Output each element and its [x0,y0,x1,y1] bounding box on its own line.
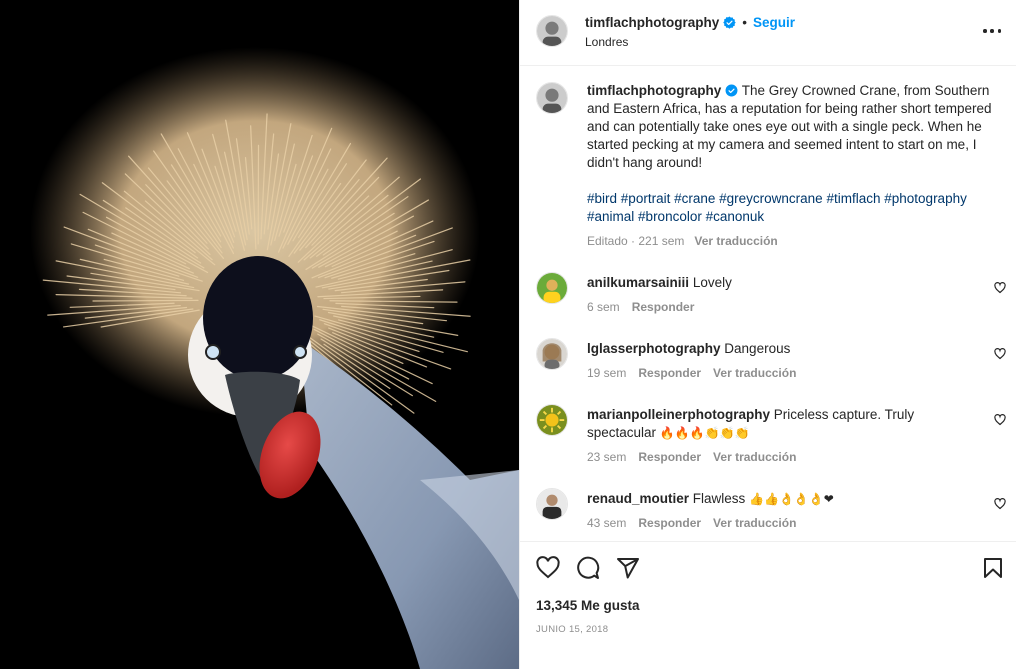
caption-hashtags: #bird #portrait #crane #greycrowncrane #… [587,190,997,226]
commenter-avatar[interactable] [536,488,568,520]
separator-dot: • [742,15,747,30]
comment-emoji: 👍👍👌👌👌❤ [749,492,834,506]
hashtag-link[interactable]: #broncolor [638,209,702,224]
commenter-username[interactable]: renaud_moutier [587,491,689,506]
follow-button[interactable]: Seguir [753,15,795,30]
comment-body: lglasserphotography Dangerous [587,340,957,358]
comment-text: Lovely [692,275,732,290]
hashtag-link[interactable]: #timflach [826,191,880,206]
comment-body: renaud_moutier Flawless 👍👍👌👌👌❤ [587,490,957,508]
post-location[interactable]: Londres [585,35,628,49]
comment-time: 43 sem [587,516,627,530]
comment-text: Dangerous [724,341,791,356]
commenter-avatar[interactable] [536,272,568,304]
commenter-username[interactable]: anilkumarsainiii [587,275,689,290]
commenter-avatar[interactable] [536,338,568,370]
caption-body: timflachphotography The Grey Crowned Cra… [587,82,997,226]
like-count[interactable]: 13,345 Me gusta [536,598,640,613]
caption-avatar[interactable] [536,82,568,114]
hashtag-link[interactable]: #photography [884,191,967,206]
hashtag-link[interactable]: #canonuk [706,209,765,224]
comment-text: Flawless [692,491,746,506]
comment-body: marianpolleinerphotography Priceless cap… [587,406,957,442]
header-user-line: timflachphotography • Seguir [585,15,795,30]
see-translation-button[interactable]: Ver traducción [713,366,796,380]
author-avatar[interactable] [536,15,568,47]
hashtag-link[interactable]: #animal [587,209,634,224]
hashtag-link[interactable]: #greycrowncrane [719,191,823,206]
hashtag-link[interactable]: #bird [587,191,617,206]
like-comment-heart-icon[interactable] [994,348,1006,360]
comment-meta: 23 sem Responder Ver traducción [587,450,796,464]
comment-meta: 19 sem Responder Ver traducción [587,366,796,380]
more-options-icon[interactable] [983,22,1001,40]
comment-time: 19 sem [587,366,627,380]
like-comment-heart-icon[interactable] [994,414,1006,426]
post-date: JUNIO 15, 2018 [536,624,609,635]
post-actions: 13,345 Me gusta JUNIO 15, 2018 [520,541,1016,669]
comment-time: 23 sem [587,450,627,464]
like-comment-heart-icon[interactable] [994,498,1006,510]
commenter-username[interactable]: marianpolleinerphotography [587,407,770,422]
comment-time: 6 sem [587,300,620,314]
caption-meta: Editado · 221 sem Ver traducción [587,234,778,248]
post-header: timflachphotography • Seguir Londres [520,0,1016,66]
commenter-avatar[interactable] [536,404,568,436]
grey-crowned-crane-image [0,0,519,669]
reply-button[interactable]: Responder [638,516,701,530]
post-detail-panel: timflachphotography • Seguir Londres timfl… [519,0,1016,669]
heart-icon[interactable] [536,556,560,580]
comment-meta: 43 sem Responder Ver traducción [587,516,796,530]
see-translation-button[interactable]: Ver traducción [694,234,777,248]
verified-badge-icon [723,16,736,29]
crown-bristle [92,299,199,302]
author-username[interactable]: timflachphotography [585,15,719,30]
see-translation-button[interactable]: Ver traducción [713,450,796,464]
verified-badge-icon [725,84,738,97]
comment-emoji: 🔥🔥🔥👏👏👏 [659,426,750,440]
reply-button[interactable]: Responder [632,300,695,314]
hashtag-link[interactable]: #portrait [621,191,671,206]
comment-icon[interactable] [576,556,600,580]
bookmark-icon[interactable] [981,556,1005,580]
post-photo[interactable] [0,0,519,669]
caption-edited-time: Editado · 221 sem [587,234,685,248]
commenter-username[interactable]: lglasserphotography [587,341,721,356]
caption-username[interactable]: timflachphotography [587,83,721,98]
see-translation-button[interactable]: Ver traducción [713,516,796,530]
comment-body: anilkumarsainiii Lovely [587,274,957,292]
reply-button[interactable]: Responder [638,450,701,464]
reply-button[interactable]: Responder [638,366,701,380]
comment-meta: 6 sem Responder [587,300,694,314]
like-comment-heart-icon[interactable] [994,282,1006,294]
send-icon[interactable] [616,556,640,580]
hashtag-link[interactable]: #crane [674,191,715,206]
